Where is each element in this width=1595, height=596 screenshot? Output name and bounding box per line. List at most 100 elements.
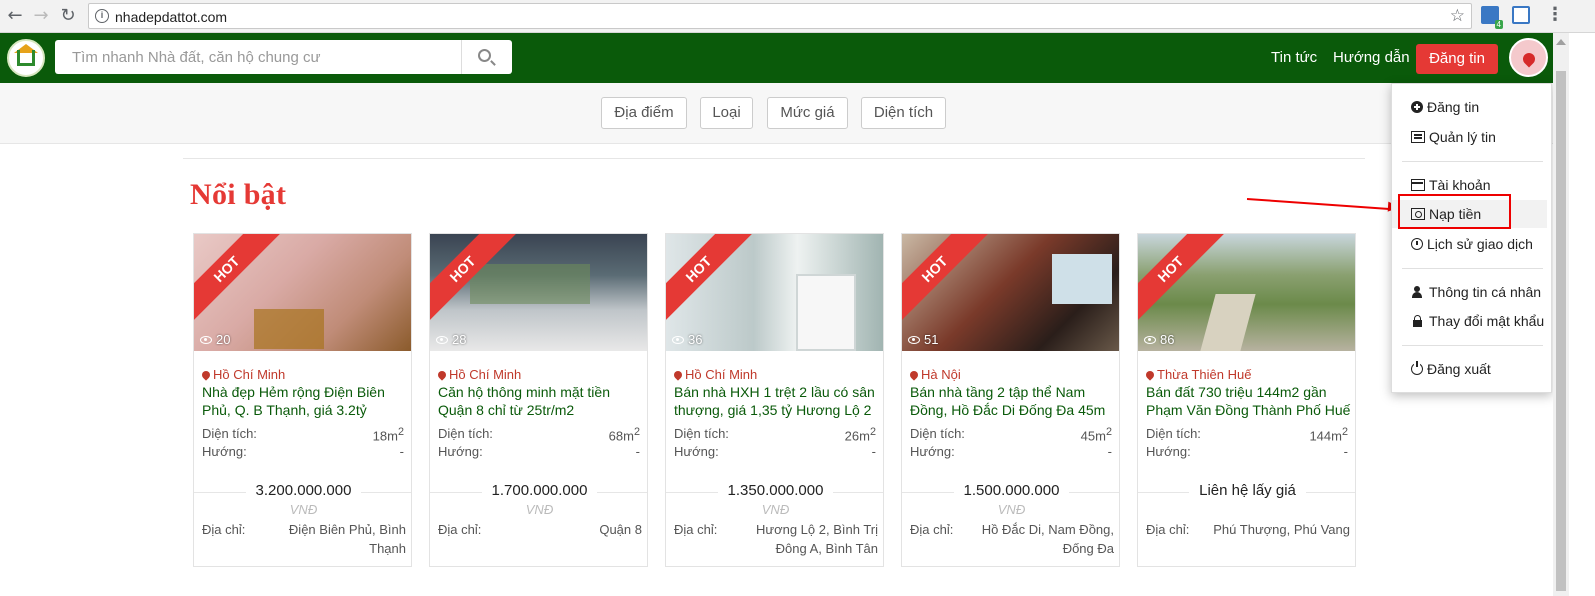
address-bar[interactable]: i nhadepdattot.com ☆ — [88, 3, 1472, 29]
listing-photo[interactable]: HOT 20 — [194, 234, 411, 351]
direction-label: Hướng: — [910, 444, 955, 459]
direction-value: - — [1343, 444, 1348, 459]
map-pin-icon — [1144, 368, 1156, 381]
user-avatar[interactable] — [1509, 38, 1548, 77]
address-label: Địa chỉ: — [202, 522, 246, 537]
photo-detail — [1200, 294, 1256, 351]
forward-arrow-icon[interactable]: → — [31, 6, 51, 26]
view-count-value: 51 — [924, 332, 939, 347]
listing-card[interactable]: HOT 28 Hồ Chí Minh Căn hộ thông minh mặt… — [429, 233, 648, 567]
direction-label: Hướng: — [1146, 444, 1191, 459]
nav-guide-link[interactable]: Hướng dẫn — [1333, 49, 1410, 66]
listing-card[interactable]: HOT 20 Hồ Chí Minh Nhà đẹp Hẻm rộng Điện… — [193, 233, 412, 567]
bookmark-star-icon[interactable]: ☆ — [1450, 6, 1465, 26]
direction-row: Hướng: - — [438, 444, 640, 459]
price-value: 3.200.000.000 — [245, 482, 362, 499]
address-label: Địa chỉ: — [438, 522, 482, 537]
back-arrow-icon[interactable]: ← — [5, 6, 25, 26]
area-label: Diện tích: — [1146, 426, 1201, 441]
hot-ribbon: HOT — [666, 234, 752, 323]
menu-item-history[interactable]: Lịch sử giao dịch — [1392, 230, 1551, 258]
map-pin-icon — [908, 368, 920, 381]
direction-row: Hướng: - — [1146, 444, 1348, 459]
listing-title[interactable]: Bán nhà HXH 1 trệt 2 lầu có sân thượng, … — [674, 383, 879, 419]
menu-item-manage[interactable]: Quản lý tin — [1392, 123, 1551, 151]
map-pin-icon — [200, 368, 212, 381]
photo-detail — [796, 274, 856, 351]
listing-photo[interactable]: HOT 51 — [902, 234, 1119, 351]
direction-label: Hướng: — [438, 444, 483, 459]
area-value: 144m — [1309, 428, 1342, 444]
currency-label: VNĐ — [525, 502, 554, 517]
direction-value: - — [635, 444, 640, 459]
post-listing-button[interactable]: Đăng tin — [1416, 44, 1498, 74]
currency-label: VNĐ — [761, 502, 790, 517]
browser-menu-icon[interactable]: ⋮ — [1546, 4, 1564, 25]
listing-photo[interactable]: HOT 86 — [1138, 234, 1355, 351]
address-label: Địa chỉ: — [910, 522, 954, 537]
menu-item-label: Đăng tin — [1427, 99, 1480, 115]
view-count: 36 — [672, 332, 702, 347]
area-label: Diện tích: — [910, 426, 965, 441]
area-value: 68m — [608, 428, 634, 444]
search-input[interactable] — [55, 40, 461, 74]
listing-photo[interactable]: HOT 28 — [430, 234, 647, 351]
url-text: nhadepdattot.com — [115, 9, 228, 25]
menu-divider — [1402, 161, 1543, 162]
annotation-highlight-box — [1398, 194, 1511, 229]
menu-item-logout[interactable]: Đăng xuất — [1392, 355, 1551, 383]
site-header: Tin tức Hướng dẫn Đăng tin — [0, 33, 1553, 83]
filter-bar: Địa điểm Loại Mức giá Diện tích — [0, 83, 1553, 144]
listing-card[interactable]: HOT 36 Hồ Chí Minh Bán nhà HXH 1 trệt 2 … — [665, 233, 884, 567]
filter-price-button[interactable]: Mức giá — [767, 97, 848, 129]
listing-card[interactable]: HOT 86 Thừa Thiên Huế Bán đất 730 triệu … — [1137, 233, 1356, 567]
extension-icon[interactable] — [1512, 6, 1530, 24]
photo-detail — [254, 309, 324, 349]
view-count-value: 86 — [1160, 332, 1175, 347]
menu-item-profile[interactable]: Thông tin cá nhân — [1392, 278, 1551, 306]
direction-value: - — [871, 444, 876, 459]
price-row: 1.350.000.000 — [666, 482, 883, 502]
listing-title[interactable]: Bán đất 730 triệu 144m2 gần Phạm Văn Đồn… — [1146, 383, 1351, 419]
photo-detail — [470, 264, 590, 304]
list-icon — [1411, 131, 1425, 143]
location-text: Thừa Thiên Huế — [1157, 367, 1252, 382]
menu-item-label: Thay đổi mật khẩu — [1429, 313, 1545, 329]
extension-devtools-icon[interactable]: 4 — [1481, 6, 1503, 29]
site-logo[interactable] — [7, 39, 45, 77]
direction-row: Hướng: - — [674, 444, 876, 459]
price-row: 1.500.000.000 — [902, 482, 1119, 502]
area-value: 18m — [372, 428, 398, 444]
scroll-up-icon[interactable] — [1556, 39, 1566, 45]
menu-item-post[interactable]: Đăng tin — [1392, 93, 1551, 121]
filter-type-button[interactable]: Loại — [700, 97, 753, 129]
listing-location: Hồ Chí Minh — [436, 367, 521, 382]
menu-item-label: Thông tin cá nhân — [1429, 284, 1542, 300]
page-scrollbar[interactable] — [1553, 33, 1569, 596]
nav-news-link[interactable]: Tin tức — [1271, 49, 1317, 66]
search-icon — [478, 49, 491, 62]
map-pin-icon — [672, 368, 684, 381]
house-icon — [17, 50, 35, 66]
listing-title[interactable]: Căn hộ thông minh mặt tiền Quận 8 chỉ từ… — [438, 383, 643, 419]
extension-badge: 4 — [1494, 20, 1503, 29]
menu-divider — [1402, 268, 1543, 269]
section-title: Nổi bật — [190, 178, 287, 211]
lock-icon — [1411, 315, 1425, 327]
listing-title[interactable]: Nhà đẹp Hẻm rộng Điện Biên Phủ, Q. B Thạ… — [202, 383, 407, 419]
scroll-thumb[interactable] — [1556, 71, 1566, 591]
area-row: Diện tích: 45m2 — [910, 426, 1112, 444]
reload-icon[interactable]: ↻ — [58, 6, 78, 26]
menu-item-change-password[interactable]: Thay đổi mật khẩu — [1392, 307, 1551, 335]
listing-title[interactable]: Bán nhà tầng 2 tập thể Nam Đồng, Hồ Đắc … — [910, 383, 1115, 419]
address-value: Quận 8 — [599, 522, 642, 537]
filter-location-button[interactable]: Địa điểm — [601, 97, 687, 129]
site-info-icon[interactable]: i — [95, 9, 109, 23]
listing-photo[interactable]: HOT 36 — [666, 234, 883, 351]
listing-location: Hồ Chí Minh — [672, 367, 757, 382]
search-button[interactable] — [461, 40, 512, 74]
filter-area-button[interactable]: Diện tích — [861, 97, 946, 129]
listing-card[interactable]: HOT 51 Hà Nội Bán nhà tầng 2 tập thể Nam… — [901, 233, 1120, 567]
price-row: 3.200.000.000 — [194, 482, 411, 502]
view-count-value: 20 — [216, 332, 231, 347]
